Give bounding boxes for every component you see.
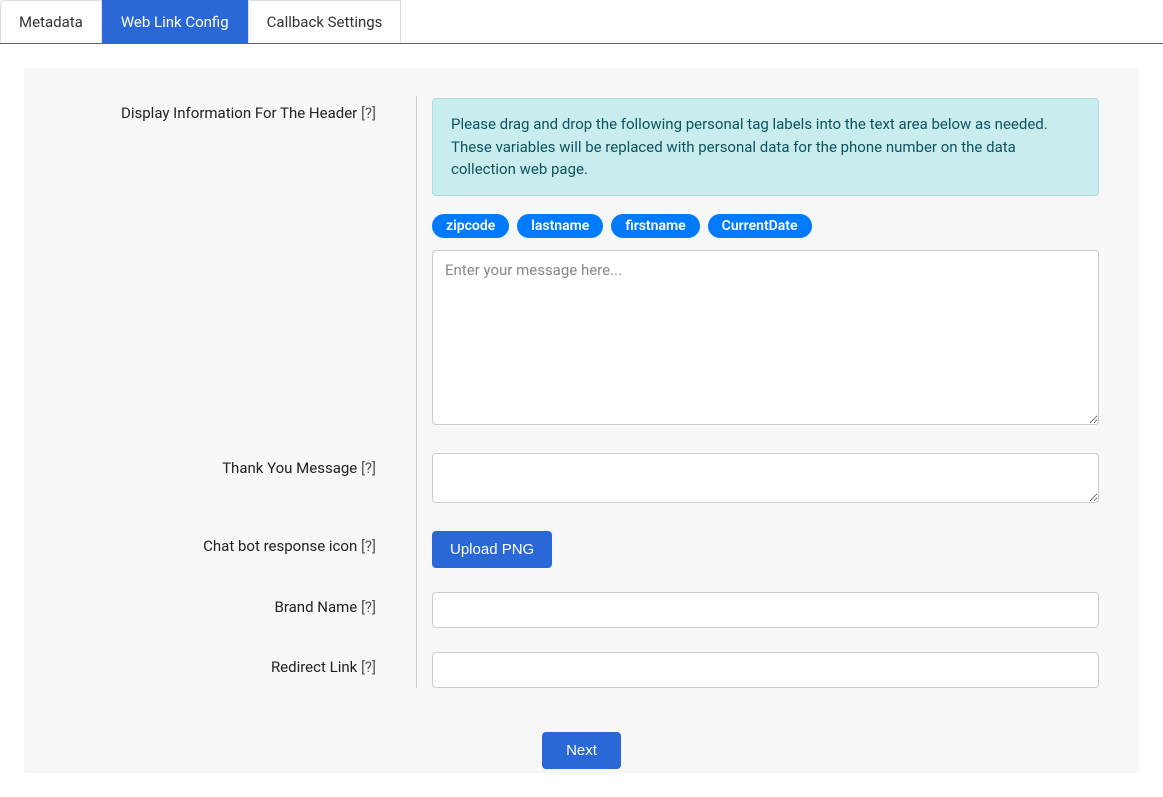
tab-metadata[interactable]: Metadata xyxy=(0,0,102,43)
tab-callback-settings[interactable]: Callback Settings xyxy=(248,0,402,43)
vertical-divider xyxy=(416,96,417,688)
form-panel: Display Information For The Header [?] P… xyxy=(24,68,1139,773)
label-thank-you: Thank You Message [?] xyxy=(64,453,404,507)
tag-lastname[interactable]: lastname xyxy=(517,214,603,238)
label-chat-bot-icon: Chat bot response icon [?] xyxy=(64,531,404,568)
thank-you-textarea[interactable] xyxy=(432,453,1099,503)
tab-bar: Metadata Web Link Config Callback Settin… xyxy=(0,0,1163,44)
upload-png-button[interactable]: Upload PNG xyxy=(432,531,552,568)
label-brand-name: Brand Name [?] xyxy=(64,592,404,628)
label-redirect-link: Redirect Link [?] xyxy=(64,652,404,688)
tag-currentdate[interactable]: CurrentDate xyxy=(708,214,812,238)
tab-web-link-config[interactable]: Web Link Config xyxy=(102,0,248,43)
help-icon[interactable]: [?] xyxy=(357,104,376,122)
help-icon[interactable]: [?] xyxy=(357,459,376,477)
header-message-textarea[interactable] xyxy=(432,250,1099,425)
help-icon[interactable]: [?] xyxy=(357,537,376,555)
help-icon[interactable]: [?] xyxy=(357,598,376,616)
label-display-header: Display Information For The Header [?] xyxy=(64,98,404,429)
tag-zipcode[interactable]: zipcode xyxy=(432,214,509,238)
brand-name-input[interactable] xyxy=(432,592,1099,628)
next-button[interactable]: Next xyxy=(542,732,621,769)
tag-row: zipcode lastname firstname CurrentDate xyxy=(432,214,1099,238)
tag-firstname[interactable]: firstname xyxy=(611,214,699,238)
help-icon[interactable]: [?] xyxy=(357,658,376,676)
redirect-link-input[interactable] xyxy=(432,652,1099,688)
info-box: Please drag and drop the following perso… xyxy=(432,98,1099,196)
